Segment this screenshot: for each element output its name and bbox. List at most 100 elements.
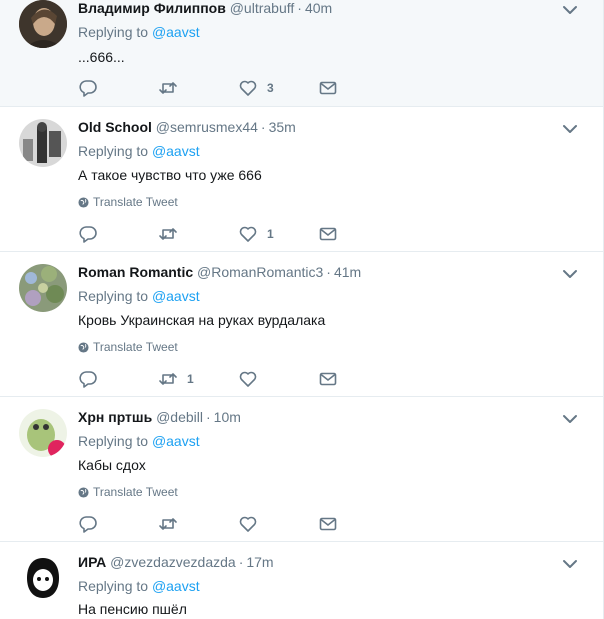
tweet-header: ИРА @zvezdazvezdazda · 17m [78, 554, 274, 570]
tweet-time[interactable]: 40m [305, 0, 332, 16]
author-name[interactable]: Old School [78, 119, 152, 135]
author-handle[interactable]: @debill [156, 409, 203, 425]
retweet-count: 1 [187, 372, 194, 386]
author-name[interactable]: Roman Romantic [78, 264, 193, 280]
time-separator: · [260, 119, 266, 135]
globe-icon [78, 486, 89, 498]
tweet[interactable]: Roman Romantic @RomanRomantic3 · 41m Reply… [0, 252, 603, 397]
retweet-button[interactable] [158, 78, 187, 98]
like-count: 3 [267, 81, 274, 95]
replying-to-link[interactable]: @aavst [152, 433, 200, 449]
tweet[interactable]: ИРА @zvezdazvezdazda · 17m Replying to @aa… [0, 542, 603, 619]
chevron-down-icon[interactable] [561, 265, 579, 283]
avatar[interactable] [19, 554, 67, 602]
translate-label: Translate Tweet [93, 195, 178, 209]
author-handle[interactable]: @zvezdazvezdazda [110, 554, 236, 570]
tweet-text: Кровь Украинская на руках вурдалака [78, 312, 326, 328]
translate-label: Translate Tweet [93, 340, 178, 354]
tweet-header: Old School @semrusmex44 · 35m [78, 119, 296, 135]
replying-prefix: Replying to [78, 433, 149, 449]
time-separator: · [297, 0, 302, 16]
retweet-icon [159, 82, 177, 94]
like-button[interactable] [238, 369, 267, 389]
author-handle[interactable]: @RomanRomantic3 [197, 264, 323, 280]
reply-button[interactable] [78, 369, 107, 389]
like-button[interactable] [238, 514, 267, 534]
tweet-time[interactable]: 10m [214, 409, 241, 425]
replying-prefix: Replying to [78, 24, 149, 40]
replying-prefix: Replying to [78, 288, 149, 304]
replying-to-link[interactable]: @aavst [152, 143, 200, 159]
tweet-time[interactable]: 17m [246, 554, 273, 570]
avatar[interactable] [19, 0, 67, 48]
avatar[interactable] [19, 264, 67, 312]
replying-to-link[interactable]: @aavst [152, 24, 200, 40]
author-name[interactable]: Хрн пртшь [78, 409, 152, 425]
retweet-icon [159, 373, 177, 385]
retweet-icon [159, 518, 177, 530]
reply-icon [79, 371, 97, 388]
tweet-time[interactable]: 35m [269, 119, 296, 135]
globe-icon [78, 196, 89, 208]
message-button[interactable] [318, 369, 338, 389]
retweet-button[interactable] [158, 224, 187, 244]
tweet-time[interactable]: 41m [334, 264, 361, 280]
reply-icon [79, 80, 97, 97]
tweet[interactable]: Old School @semrusmex44 · 35m Replying to … [0, 107, 603, 252]
tweet[interactable]: Хрн пртшь @debill · 10m Replying to @aavst… [0, 397, 603, 542]
tweet-text: Кабы сдох [78, 457, 146, 473]
message-button[interactable] [318, 78, 338, 98]
reply-button[interactable] [78, 224, 107, 244]
chevron-down-icon[interactable] [561, 1, 579, 19]
translate-tweet-link[interactable]: Translate Tweet [78, 485, 178, 499]
message-button[interactable] [318, 514, 338, 534]
chevron-down-icon[interactable] [561, 555, 579, 573]
like-button[interactable]: 3 [238, 78, 274, 98]
reply-feed: Владимир Филиппов @ultrabuff · 40m Replyin… [0, 0, 604, 619]
like-count: 1 [267, 227, 274, 241]
tweet[interactable]: Владимир Филиппов @ultrabuff · 40m Replyin… [0, 0, 603, 107]
avatar[interactable] [19, 119, 67, 167]
translate-tweet-link[interactable]: Translate Tweet [78, 340, 178, 354]
replying-to: Replying to @aavst [78, 288, 200, 304]
message-icon [319, 81, 337, 95]
like-icon [239, 371, 257, 387]
retweet-button[interactable]: 1 [158, 369, 194, 389]
author-handle[interactable]: @semrusmex44 [156, 119, 258, 135]
reply-button[interactable] [78, 78, 107, 98]
tweet-header: Roman Romantic @RomanRomantic3 · 41m [78, 264, 361, 280]
replying-prefix: Replying to [78, 143, 149, 159]
replying-prefix: Replying to [78, 578, 149, 594]
time-separator: · [206, 409, 211, 425]
replying-to: Replying to @aavst [78, 578, 200, 594]
replying-to: Replying to @aavst [78, 24, 200, 40]
globe-icon [78, 341, 89, 353]
reply-button[interactable] [78, 514, 107, 534]
translate-label: Translate Tweet [93, 485, 178, 499]
retweet-button[interactable] [158, 514, 187, 534]
like-button[interactable]: 1 [238, 224, 274, 244]
replying-to-link[interactable]: @aavst [152, 578, 200, 594]
time-separator: · [326, 264, 331, 280]
like-icon [239, 226, 257, 242]
replying-to-link[interactable]: @aavst [152, 288, 200, 304]
translate-tweet-link[interactable]: Translate Tweet [78, 195, 178, 209]
chevron-down-icon[interactable] [561, 410, 579, 428]
replying-to: Replying to @aavst [78, 143, 200, 159]
avatar[interactable] [19, 409, 67, 457]
author-name[interactable]: ИРА [78, 554, 106, 570]
tweet-text: А такое чувство что уже 666 [78, 167, 262, 183]
message-icon [319, 517, 337, 531]
message-button[interactable] [318, 224, 338, 244]
tweet-actions: 3 [78, 78, 348, 98]
author-name[interactable]: Владимир Филиппов [78, 0, 226, 16]
tweet-text: На пенсию пшёл [78, 601, 187, 617]
time-separator: · [238, 554, 244, 570]
message-icon [319, 227, 337, 241]
tweet-actions [78, 514, 348, 534]
like-icon [239, 516, 257, 532]
chevron-down-icon[interactable] [561, 120, 579, 138]
tweet-header: Владимир Филиппов @ultrabuff · 40m [78, 0, 332, 16]
author-handle[interactable]: @ultrabuff [230, 0, 295, 16]
tweet-actions: 1 [78, 224, 348, 244]
